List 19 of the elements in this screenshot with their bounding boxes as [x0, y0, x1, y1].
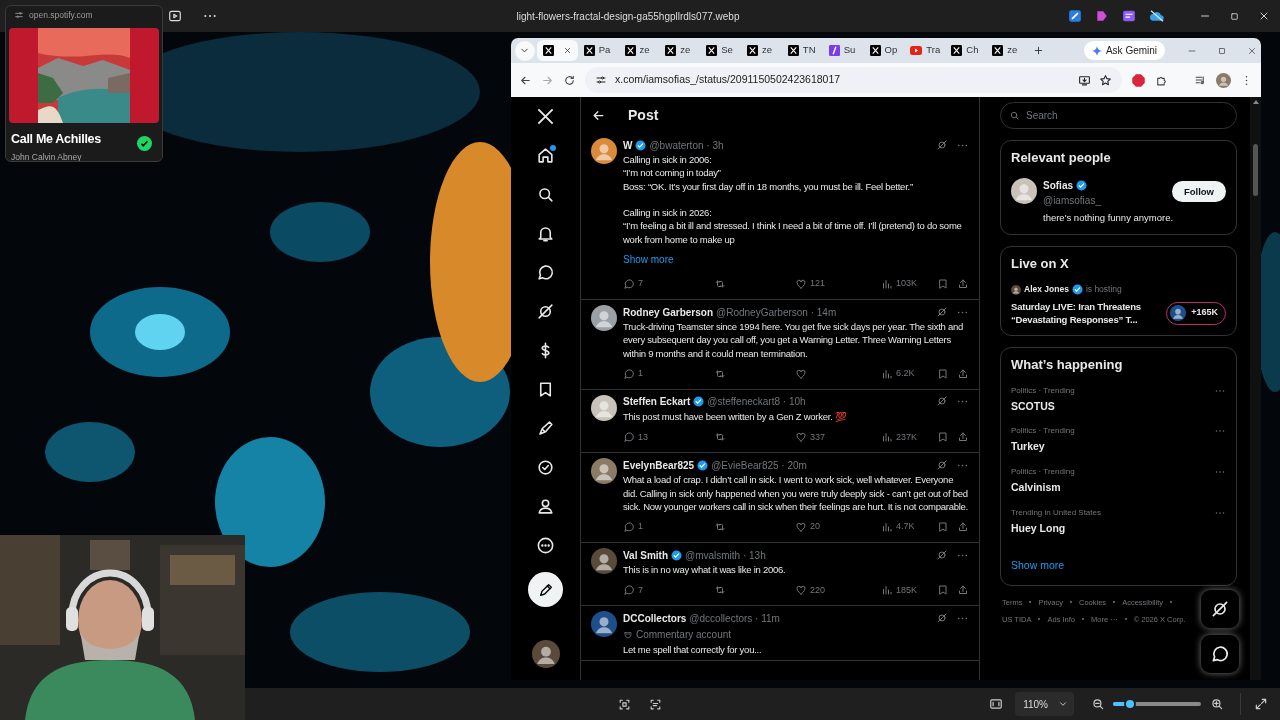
app-icon[interactable]: [1122, 9, 1136, 23]
slideshow-icon[interactable]: [168, 9, 182, 23]
scan-icon[interactable]: [649, 697, 662, 711]
fit-icon[interactable]: [989, 697, 1004, 711]
close-icon[interactable]: [1258, 10, 1270, 22]
crop-icon[interactable]: [618, 697, 631, 711]
zoom-out-icon[interactable]: [1091, 697, 1105, 711]
zoom-dropdown[interactable]: 110%: [1015, 692, 1074, 716]
maximize-icon[interactable]: [1229, 10, 1240, 22]
app-icon[interactable]: [1068, 9, 1082, 23]
site-address: open.spotify.com: [29, 8, 93, 22]
chevron-icon: [1058, 699, 1068, 709]
sliders-icon[interactable]: [14, 10, 24, 20]
cloud-icon[interactable]: [1149, 9, 1165, 23]
fullscreen-icon[interactable]: [1254, 697, 1268, 711]
zoom-in-icon[interactable]: [1210, 697, 1224, 711]
file-name: light-flowers-fractal-design-ga55hgpllrdls077.webp: [516, 10, 740, 22]
slider-thumb[interactable]: [1123, 698, 1136, 710]
zoom-slider[interactable]: [1113, 702, 1201, 706]
